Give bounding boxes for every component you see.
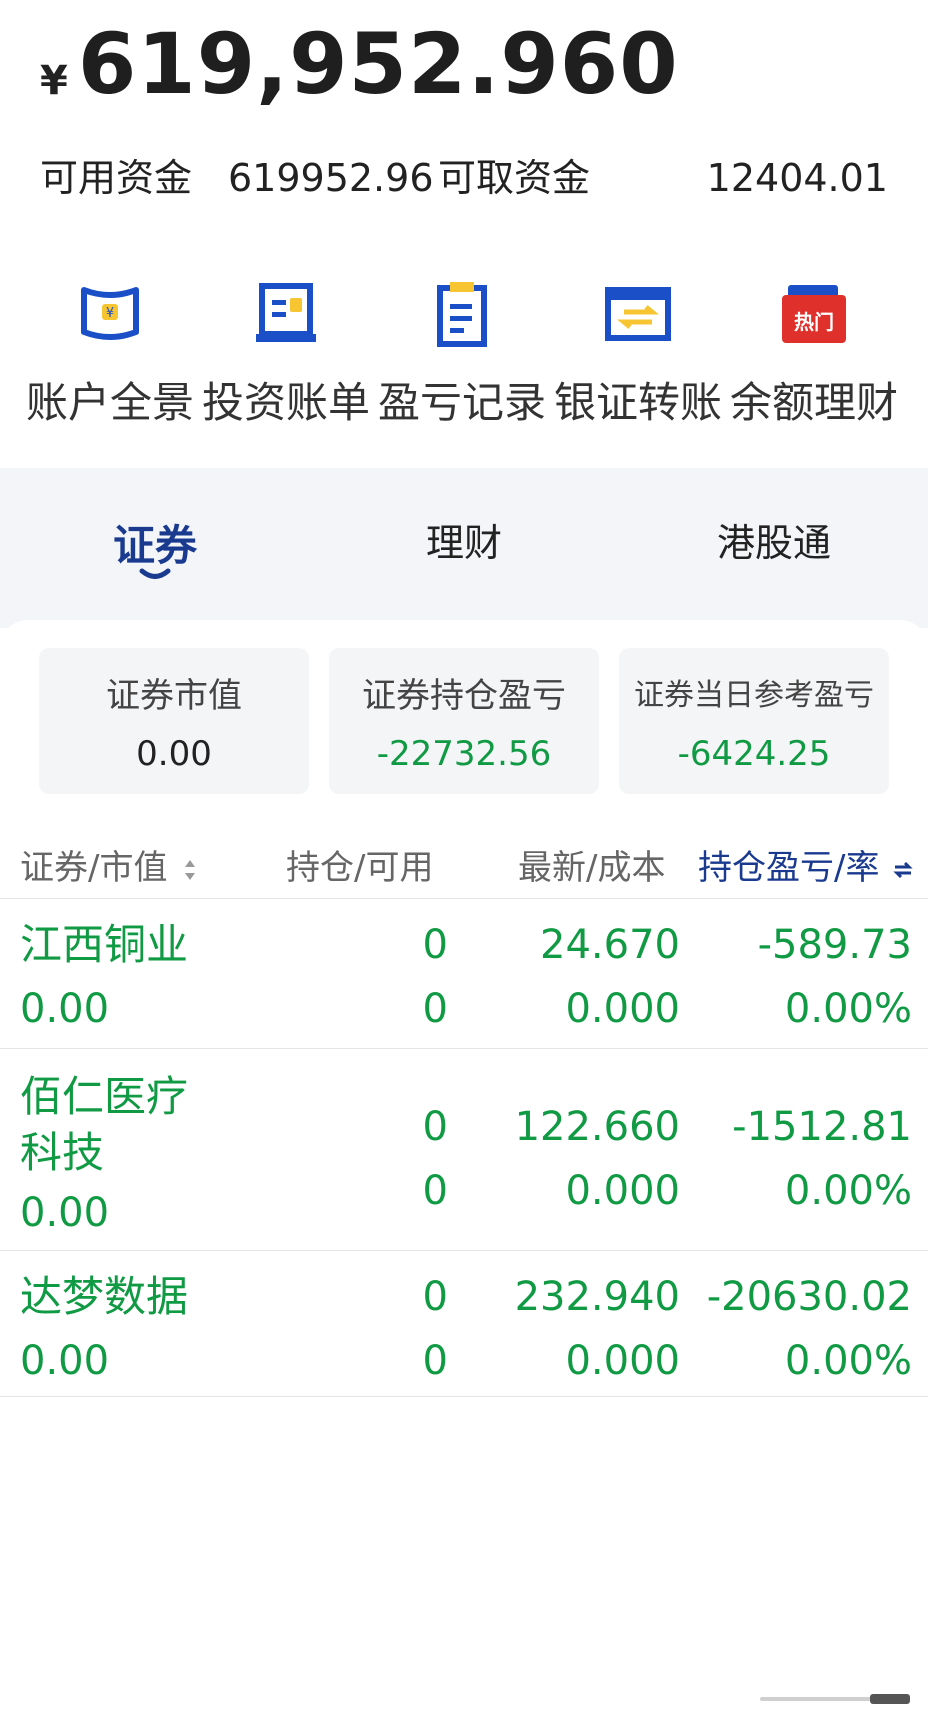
tab-securities[interactable]: 证券 (35, 512, 275, 573)
security-market-value: 0.00 (20, 1338, 110, 1384)
quick-actions: ¥ 账户全景 投资账单 盈亏记录 银证转账 热门 余额理财 (0, 278, 928, 468)
security-name: 江西铜业 (20, 920, 189, 969)
position-qty: 0 (422, 1274, 448, 1320)
quick-action-account-overview[interactable]: ¥ 账户全景 (22, 278, 198, 468)
latest-price: 122.660 (514, 1104, 680, 1150)
available-funds-value: 619952.96 (228, 156, 434, 200)
available-qty: 0 (422, 986, 448, 1032)
cost-price: 0.000 (565, 1338, 680, 1384)
header-pnl-toggle[interactable]: 持仓盈亏/率 (698, 838, 914, 898)
available-qty: 0 (422, 1168, 448, 1214)
swap-arrows-icon (893, 861, 913, 878)
tab-wealth-management[interactable]: 理财 (344, 512, 584, 567)
position-pnl: -1512.81 (732, 1104, 912, 1150)
currency-symbol: ¥ (40, 58, 68, 104)
header-security-sort[interactable]: 证券/市值 (20, 838, 198, 898)
position-qty: 0 (422, 1104, 448, 1150)
header-price: 最新/成本 (518, 848, 666, 888)
quick-action-label: 余额理财 (730, 378, 899, 427)
balance-amount: 619,952.960 (77, 15, 679, 113)
tab-hk-connect[interactable]: 港股通 (654, 512, 894, 567)
wallet-icon: 热门 (778, 278, 850, 350)
table-row[interactable]: 佰仁医疗科技 0.00 0 0 122.660 0.000 -1512.81 0… (0, 1048, 928, 1250)
position-pnl: -589.73 (757, 922, 912, 968)
stat-position-pnl[interactable]: 证券持仓盈亏 -22732.56 (329, 648, 599, 794)
cost-price: 0.000 (565, 1168, 680, 1214)
transfer-icon (602, 278, 674, 350)
available-qty: 0 (422, 1338, 448, 1384)
latest-price: 24.670 (540, 922, 680, 968)
header-label: 证券/市值 (20, 848, 168, 888)
withdrawable-funds-value: 12404.01 (706, 156, 888, 200)
security-market-value: 0.00 (20, 1190, 110, 1236)
total-balance: ¥ 619,952.960 (40, 14, 679, 114)
stat-label: 证券持仓盈亏 (362, 676, 566, 716)
security-name: 达梦数据 (20, 1272, 189, 1321)
header-position: 持仓/可用 (286, 848, 434, 888)
record-icon (426, 278, 498, 350)
scroll-yuan-icon: ¥ (74, 278, 146, 350)
sort-icon (185, 859, 196, 880)
quick-action-pnl-record[interactable]: 盈亏记录 (374, 278, 550, 468)
position-pnl: -20630.02 (706, 1274, 912, 1320)
pnl-rate: 0.00% (784, 1338, 912, 1384)
svg-text:¥: ¥ (106, 306, 114, 321)
quick-action-bank-transfer[interactable]: 银证转账 (550, 278, 726, 468)
position-qty: 0 (422, 922, 448, 968)
stat-value: 0.00 (136, 734, 212, 774)
quick-action-label: 投资账单 (202, 378, 371, 427)
bill-icon (250, 278, 322, 350)
hot-badge-text: 热门 (794, 310, 834, 334)
security-market-value: 0.00 (20, 986, 110, 1032)
table-bottom-divider (0, 1396, 928, 1397)
stat-market-value[interactable]: 证券市值 0.00 (39, 648, 309, 794)
funds-row: 可用资金 619952.96 可取资金 12404.01 (40, 150, 888, 206)
withdrawable-funds-label: 可取资金 (438, 156, 591, 200)
quick-action-label: 盈亏记录 (378, 378, 547, 427)
stat-value: -22732.56 (376, 734, 552, 774)
table-row[interactable]: 江西铜业 0.00 0 0 24.670 0.000 -589.73 0.00% (0, 898, 928, 1048)
quick-action-balance-finance[interactable]: 热门 余额理财 (726, 278, 902, 468)
scroll-handle-icon (760, 1694, 910, 1704)
stat-label: 证券当日参考盈亏 (634, 678, 874, 713)
cost-price: 0.000 (565, 986, 680, 1032)
available-funds-label: 可用资金 (40, 156, 193, 200)
latest-price: 232.940 (514, 1274, 680, 1320)
active-tab-indicator (139, 568, 171, 579)
table-row[interactable]: 达梦数据 0.00 0 0 232.940 0.000 -20630.02 0.… (0, 1250, 928, 1396)
quick-action-investment-bill[interactable]: 投资账单 (198, 278, 374, 468)
header-label: 持仓盈亏/率 (698, 848, 880, 888)
stat-daily-pnl[interactable]: 证券当日参考盈亏 -6424.25 (619, 648, 889, 794)
pnl-rate: 0.00% (784, 986, 912, 1032)
stat-value: -6424.25 (677, 734, 831, 774)
security-name: 佰仁医疗科技 (20, 1072, 189, 1177)
pnl-rate: 0.00% (784, 1168, 912, 1214)
quick-action-label: 账户全景 (26, 378, 195, 427)
stat-label: 证券市值 (106, 676, 242, 716)
holdings-table-header: 证券/市值 持仓/可用 最新/成本 持仓盈亏/率 (0, 838, 928, 898)
quick-action-label: 银证转账 (554, 378, 723, 427)
